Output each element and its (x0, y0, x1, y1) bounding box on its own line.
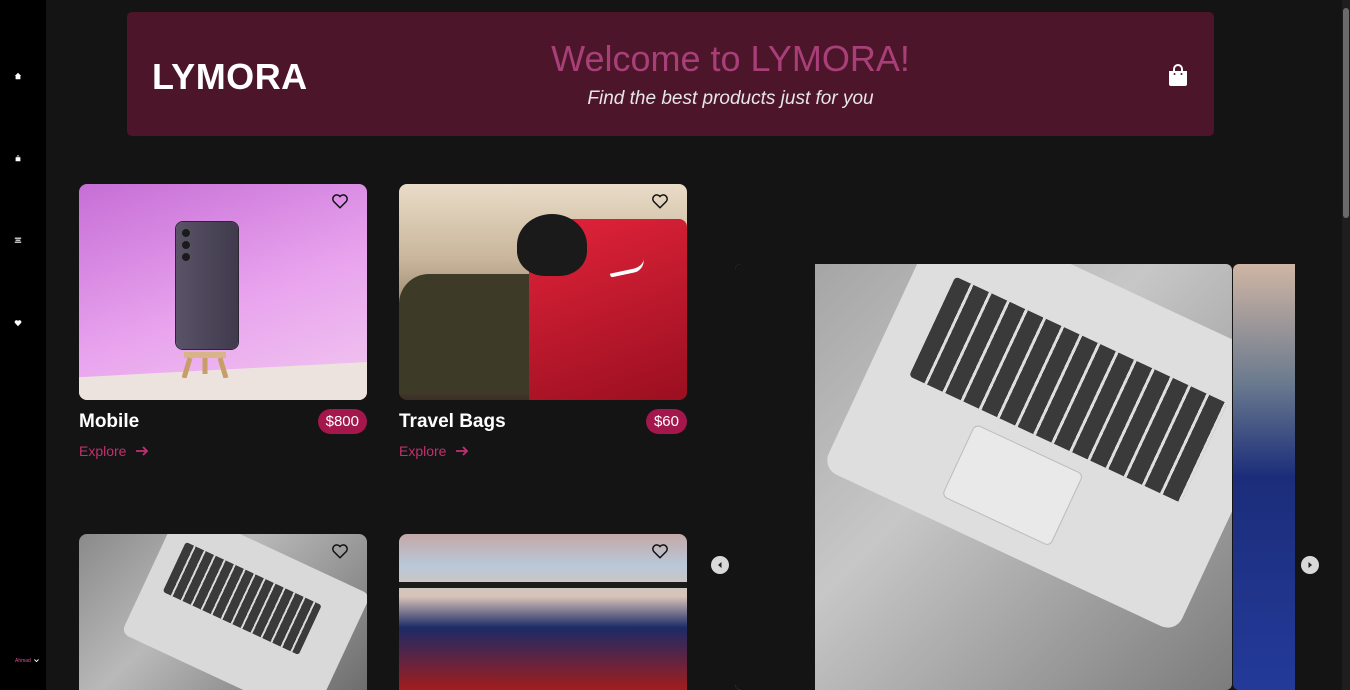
explore-label: Explore (399, 443, 447, 459)
arrow-right-icon (456, 446, 469, 456)
list-icon[interactable] (12, 234, 24, 246)
product-image[interactable] (79, 184, 367, 400)
header-banner: LYMORA Welcome to LYMORA! Find the best … (127, 12, 1214, 136)
carousel-slide[interactable] (735, 264, 1232, 690)
carousel-next-button[interactable] (1301, 556, 1319, 574)
vertical-scrollbar[interactable] (1342, 0, 1350, 690)
carousel-prev-button[interactable] (711, 556, 729, 574)
price-badge: $800 (317, 409, 367, 434)
carousel-slide-next[interactable] (1233, 264, 1295, 690)
arrow-right-icon (136, 446, 149, 456)
bag-icon[interactable] (12, 152, 24, 164)
user-menu[interactable]: Ahmad (15, 657, 40, 664)
product-image[interactable] (399, 184, 687, 400)
product-card-mobile: Mobile $800 Explore (79, 184, 367, 459)
product-title: Travel Bags (399, 410, 506, 432)
favorite-heart-icon[interactable] (651, 542, 669, 560)
user-name: Ahmad (15, 657, 31, 664)
sidebar: Ahmad (0, 0, 46, 690)
price-badge: $60 (645, 409, 687, 434)
favorite-heart-icon[interactable] (331, 192, 349, 210)
explore-label: Explore (79, 443, 127, 459)
favorite-heart-icon[interactable] (651, 192, 669, 210)
easel-graphic (182, 352, 229, 378)
product-image[interactable] (399, 534, 687, 690)
tagline: Find the best products just for you (587, 88, 874, 109)
product-card-travel-bags: Travel Bags $60 Explore (399, 184, 687, 459)
home-icon[interactable] (12, 70, 24, 82)
explore-link[interactable]: Explore (399, 443, 687, 459)
product-title: Mobile (79, 410, 140, 432)
chevron-right-icon (1308, 562, 1312, 568)
chevron-left-icon (718, 562, 722, 568)
product-image[interactable] (79, 534, 367, 690)
image-carousel (735, 264, 1295, 690)
product-card-clothes (399, 534, 687, 690)
scrollbar-thumb[interactable] (1343, 8, 1349, 218)
welcome-heading: Welcome to LYMORA! (551, 38, 910, 79)
heart-icon[interactable] (12, 317, 24, 329)
phone-graphic (176, 222, 238, 349)
chevron-down-icon (33, 659, 39, 663)
shopping-bag-icon[interactable] (1166, 63, 1190, 87)
explore-link[interactable]: Explore (79, 443, 367, 459)
product-card-laptop (79, 534, 367, 690)
favorite-heart-icon[interactable] (331, 542, 349, 560)
